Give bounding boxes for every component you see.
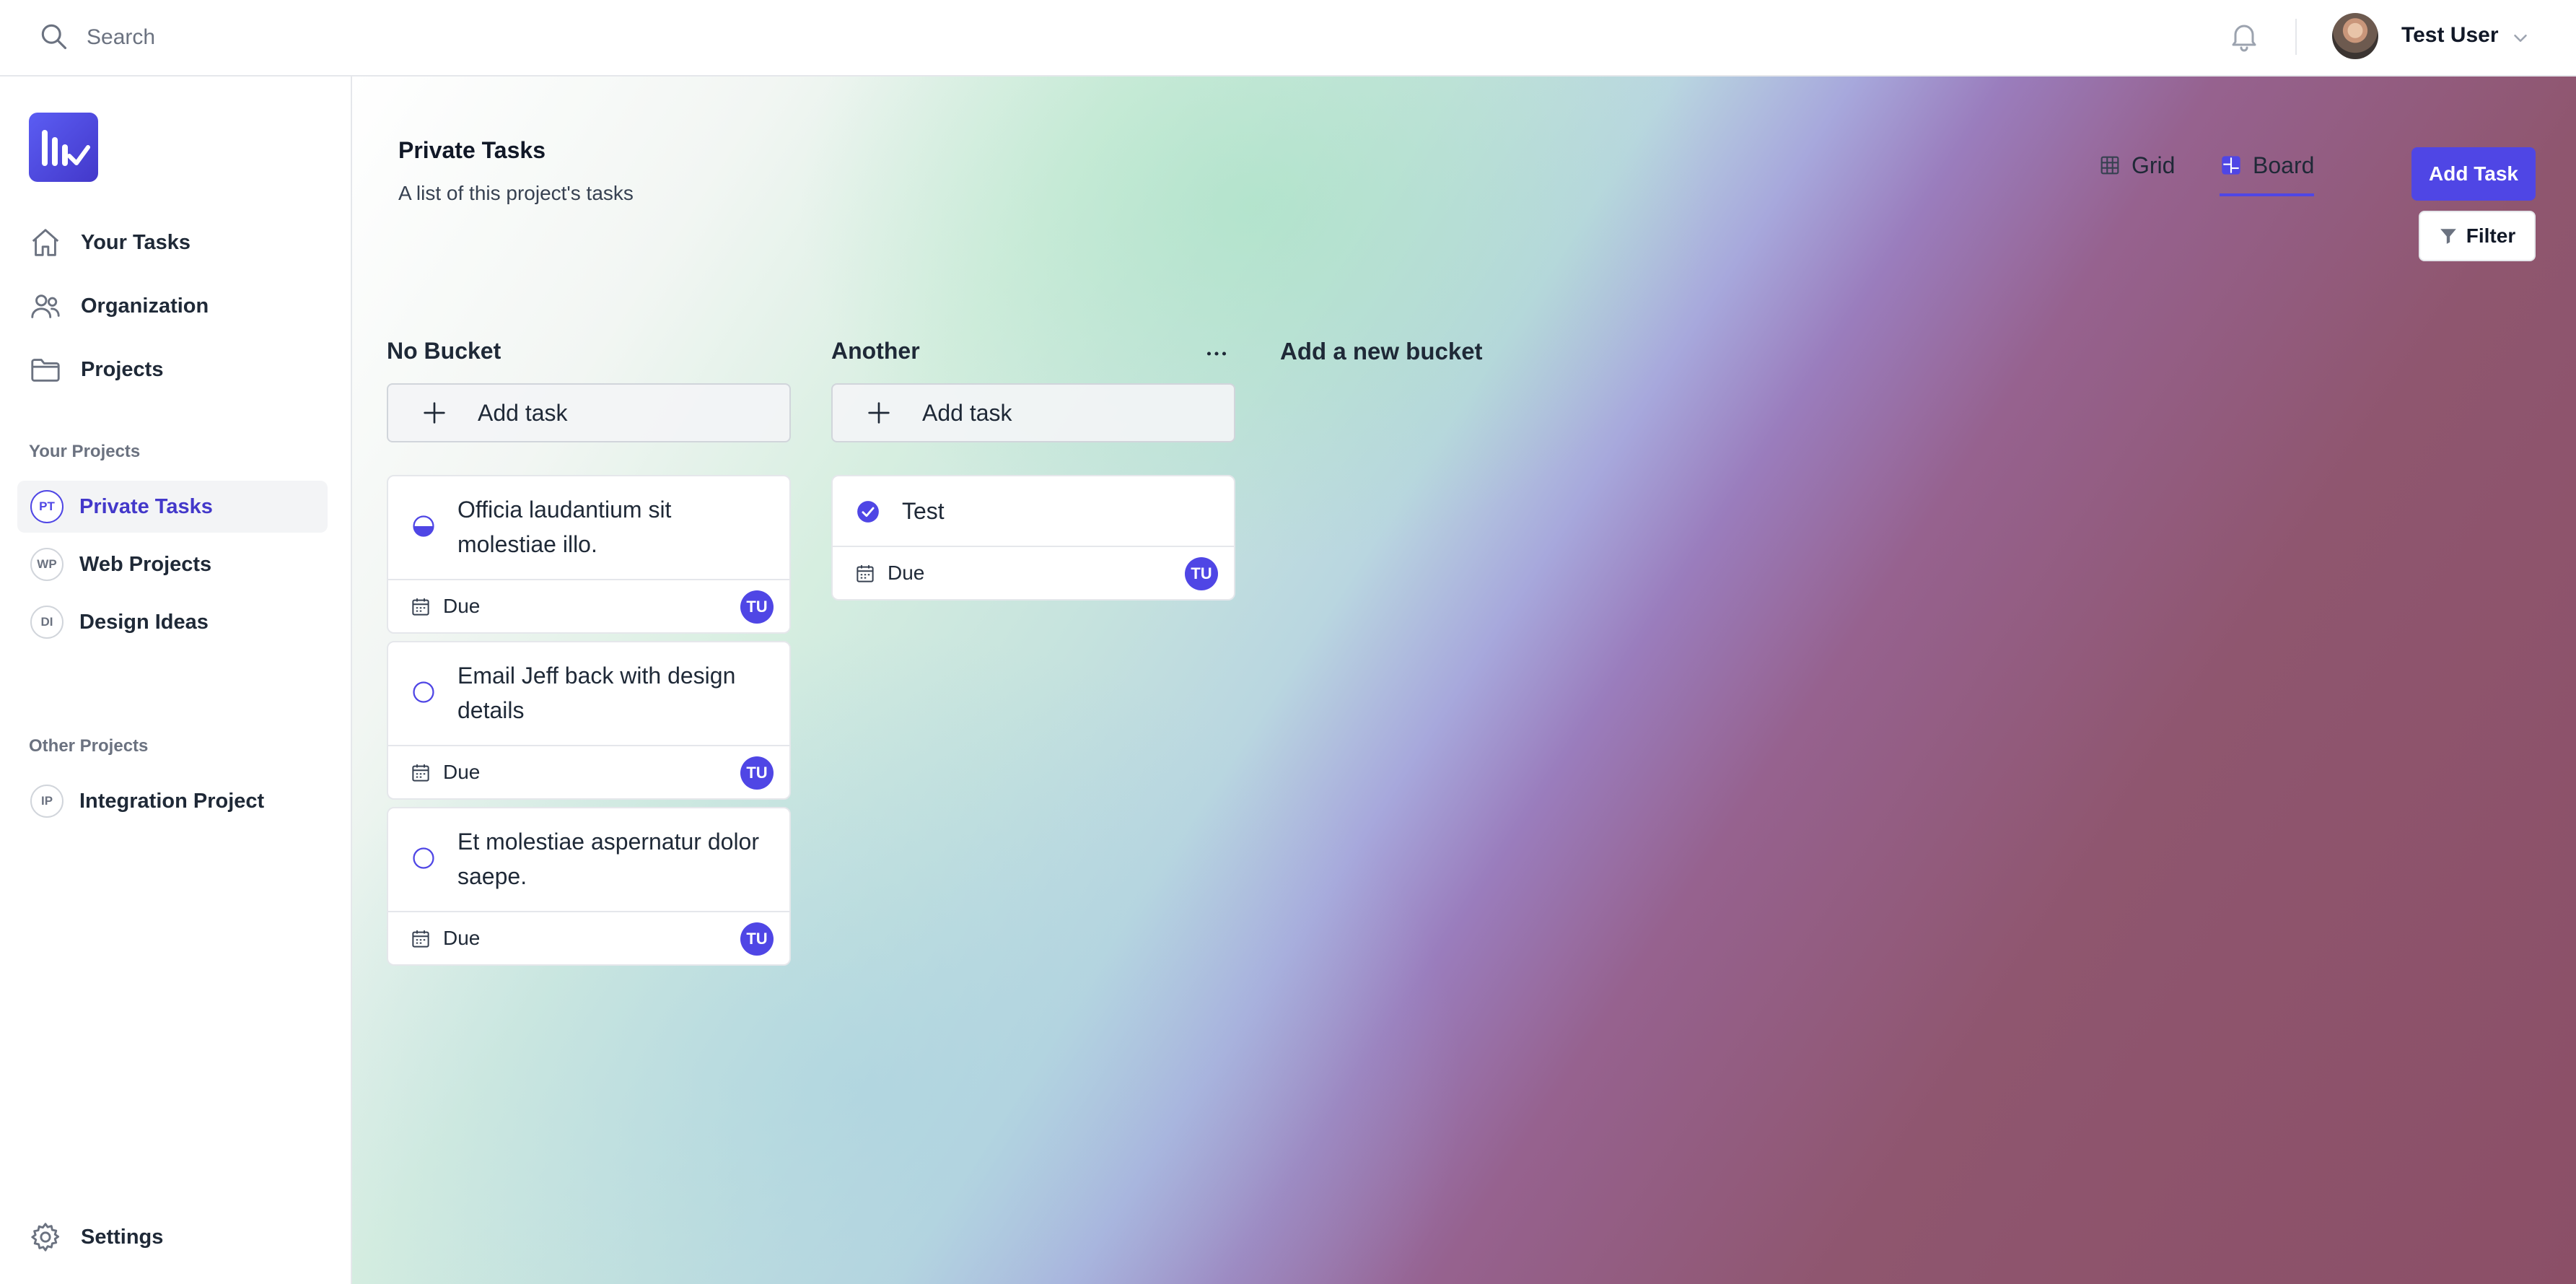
due-label: Due	[443, 927, 481, 949]
calendar-icon	[854, 563, 876, 585]
topbar-divider	[2295, 19, 2297, 55]
due-label: Due	[443, 595, 481, 617]
page-title: Private Tasks	[398, 137, 546, 163]
sidebar-item-integration-project[interactable]: IP Integration Project	[17, 775, 328, 827]
filter-button[interactable]: Filter	[2419, 211, 2536, 261]
add-task-label: Add task	[478, 399, 568, 426]
sidebar-item-projects[interactable]: Projects	[29, 348, 163, 391]
sidebar-item-your-tasks[interactable]: Your Tasks	[29, 221, 190, 264]
calendar-icon	[410, 928, 431, 950]
tab-label: Board	[2253, 152, 2315, 178]
task-title: Email Jeff back with design details	[457, 663, 736, 723]
tab-board[interactable]: Board	[2220, 149, 2315, 196]
tab-grid[interactable]: Grid	[2098, 149, 2175, 182]
check-circle-icon[interactable]	[856, 499, 880, 524]
user-name[interactable]: Test User	[2401, 23, 2499, 48]
task-title: Test	[902, 498, 945, 524]
gear-icon	[29, 1220, 62, 1254]
chevron-down-icon[interactable]	[2510, 27, 2531, 49]
task-card[interactable]: Officia laudantium sit molestiae illo. D…	[387, 475, 791, 634]
calendar-icon	[410, 762, 431, 784]
task-card[interactable]: Test Due TU	[831, 475, 1235, 600]
sidebar-item-label: Organization	[81, 294, 209, 318]
project-badge: IP	[30, 785, 63, 818]
board-icon	[2220, 154, 2243, 177]
project-badge: WP	[30, 548, 63, 581]
other-projects-heading: Other Projects	[29, 736, 149, 756]
task-card[interactable]: Email Jeff back with design details Due …	[387, 641, 791, 800]
page-subtitle: A list of this project's tasks	[398, 182, 634, 204]
project-label: Web Projects	[79, 552, 212, 576]
sidebar-item-label: Your Tasks	[81, 230, 191, 254]
sidebar-item-label: Projects	[81, 357, 164, 381]
due-label: Due	[443, 761, 481, 783]
add-task-inline-button[interactable]: Add task	[387, 383, 791, 442]
circle-status-icon[interactable]	[411, 846, 436, 870]
your-projects-heading: Your Projects	[29, 442, 141, 461]
add-task-label: Add task	[922, 399, 1012, 426]
sidebar-item-private-tasks[interactable]: PT Private Tasks	[17, 481, 328, 533]
table-icon	[2098, 154, 2121, 177]
add-task-button[interactable]: Add Task	[2411, 147, 2536, 201]
plus-icon	[424, 402, 445, 424]
due-label: Due	[888, 562, 925, 584]
home-icon	[29, 226, 62, 259]
project-label: Integration Project	[79, 789, 265, 813]
sidebar-item-design-ideas[interactable]: DI Design Ideas	[17, 596, 328, 648]
task-title: Et molestiae aspernatur dolor saepe.	[457, 829, 759, 889]
project-badge: PT	[30, 490, 63, 523]
sidebar-item-settings[interactable]: Settings	[29, 1215, 163, 1259]
filter-label: Filter	[2466, 224, 2516, 247]
plus-icon	[868, 402, 890, 424]
app-logo[interactable]	[29, 113, 98, 182]
sidebar-item-organization[interactable]: Organization	[29, 284, 209, 328]
filter-icon	[2440, 229, 2456, 244]
calendar-icon	[410, 596, 431, 618]
assignee-avatar[interactable]: TU	[740, 756, 774, 790]
project-label: Design Ideas	[79, 610, 209, 634]
search-icon	[38, 20, 69, 52]
more-horizontal-icon[interactable]	[1204, 341, 1230, 367]
users-icon	[29, 289, 62, 323]
bucket-title[interactable]: No Bucket	[387, 338, 501, 364]
bucket-title[interactable]: Another	[831, 338, 920, 364]
settings-label: Settings	[81, 1225, 164, 1249]
project-label: Private Tasks	[79, 494, 213, 518]
assignee-avatar[interactable]: TU	[740, 590, 774, 624]
sidebar: Your Tasks Organization Projects Your Pr…	[0, 77, 352, 1284]
add-bucket-button[interactable]: Add a new bucket	[1280, 338, 1483, 365]
sidebar-item-web-projects[interactable]: WP Web Projects	[17, 538, 328, 590]
assignee-avatar[interactable]: TU	[740, 922, 774, 956]
folder-icon	[29, 353, 62, 386]
tab-label: Grid	[2132, 152, 2176, 178]
project-badge: DI	[30, 606, 63, 639]
circle-status-icon[interactable]	[411, 680, 436, 704]
task-card[interactable]: Et molestiae aspernatur dolor saepe. Due…	[387, 807, 791, 966]
top-bar: Test User	[0, 0, 2576, 77]
task-title: Officia laudantium sit molestiae illo.	[457, 497, 672, 557]
board-area: Private Tasks A list of this project's t…	[352, 77, 2576, 1284]
half-circle-status-icon[interactable]	[411, 514, 436, 538]
add-task-inline-button[interactable]: Add task	[831, 383, 1235, 442]
avatar[interactable]	[2332, 13, 2378, 59]
assignee-avatar[interactable]: TU	[1185, 557, 1218, 590]
bell-icon[interactable]	[2227, 19, 2261, 53]
search-input[interactable]	[85, 19, 521, 56]
